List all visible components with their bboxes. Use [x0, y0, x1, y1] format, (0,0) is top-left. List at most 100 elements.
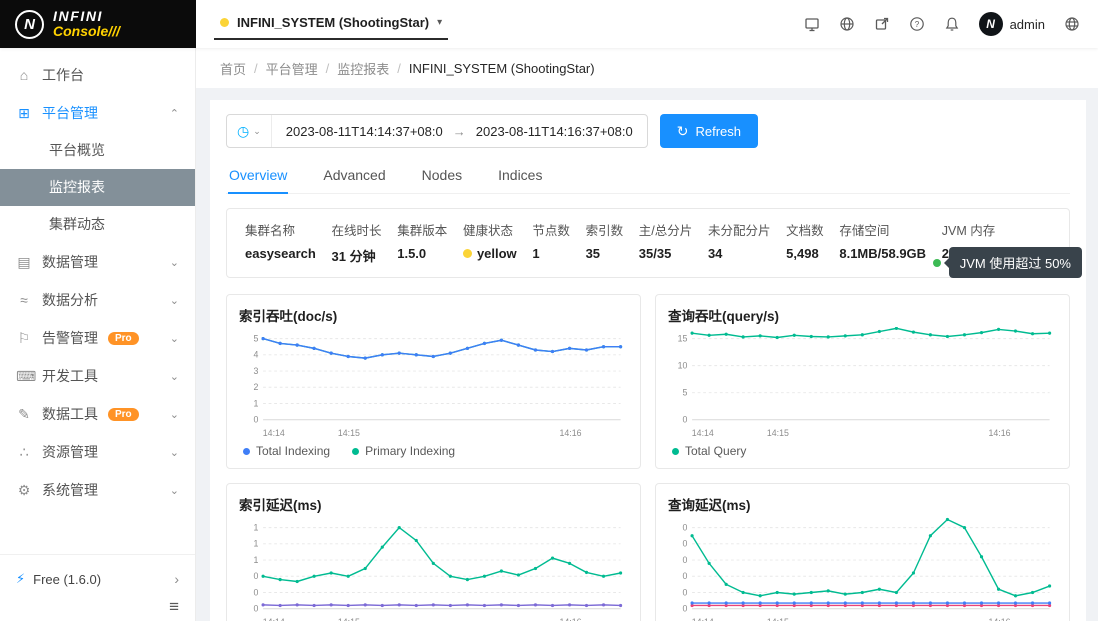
svg-text:14:16: 14:16: [560, 428, 582, 438]
cluster-selector[interactable]: INFINI_SYSTEM (ShootingStar) ▾: [214, 9, 448, 40]
stat-label: 存储空间: [839, 220, 926, 239]
chart-plot[interactable]: 05101514:1414:1514:16: [668, 327, 1057, 441]
sidebar-item[interactable]: ▤数据管理⌄: [0, 243, 195, 281]
sidebar-item[interactable]: ∴资源管理⌄: [0, 433, 195, 471]
chart-title: 查询延迟(ms): [668, 494, 1057, 514]
sidebar-item[interactable]: ✎数据工具Pro⌄: [0, 395, 195, 433]
svg-text:0: 0: [254, 571, 259, 581]
sidebar-item-label: 数据管理: [42, 252, 98, 272]
stat-value: 1.5.0: [397, 246, 447, 261]
svg-text:0: 0: [683, 571, 688, 581]
tab-indices[interactable]: Indices: [497, 160, 543, 193]
legend-item[interactable]: Primary Indexing: [352, 444, 455, 458]
stat-item: 索引数35: [586, 220, 624, 265]
legend-item[interactable]: Total Indexing: [243, 444, 330, 458]
svg-text:0: 0: [683, 414, 688, 424]
data-tools-icon: ✎: [16, 406, 32, 423]
svg-text:0: 0: [254, 414, 259, 424]
sidebar-item[interactable]: ⌨开发工具⌄: [0, 357, 195, 395]
svg-text:14:16: 14:16: [560, 617, 582, 621]
sidebar-subitem[interactable]: 集群动态: [0, 206, 195, 243]
system-management-icon: ⚙: [16, 482, 32, 499]
data-analysis-icon: ≈: [16, 292, 32, 308]
svg-text:14:15: 14:15: [767, 428, 789, 438]
refresh-button[interactable]: ↻ Refresh: [660, 114, 758, 148]
version-label: Free (1.6.0): [33, 572, 101, 587]
sidebar-item-label: 数据工具: [42, 404, 98, 424]
main-area: 首页/平台管理/监控报表/INFINI_SYSTEM (ShootingStar…: [196, 48, 1098, 621]
svg-text:?: ?: [914, 20, 919, 29]
stat-label: 集群版本: [397, 220, 447, 239]
breadcrumb-separator: /: [397, 61, 401, 76]
stat-label: 文档数: [786, 220, 824, 239]
clock-icon: ◷: [237, 123, 249, 140]
breadcrumb-item[interactable]: 首页: [220, 59, 246, 78]
pro-badge: Pro: [108, 332, 139, 345]
legend-item[interactable]: Total Query: [672, 444, 746, 458]
tab-bar: Overview Advanced Nodes Indices: [226, 160, 1070, 194]
user-menu[interactable]: N admin: [979, 12, 1045, 36]
network-icon[interactable]: [839, 16, 855, 32]
sidebar-item[interactable]: ⌂工作台: [0, 56, 195, 94]
jvm-alert-tooltip: JVM 使用超过 50%: [933, 247, 1082, 278]
tooltip-text: JVM 使用超过 50%: [949, 247, 1082, 278]
stat-value: easysearch: [245, 246, 316, 261]
svg-text:14:14: 14:14: [263, 617, 285, 621]
tab-overview[interactable]: Overview: [228, 160, 288, 194]
chart-plot[interactable]: 00011114:1414:1514:16: [239, 516, 628, 621]
svg-text:0: 0: [683, 603, 688, 613]
help-icon[interactable]: ?: [909, 16, 925, 32]
sidebar-subitem[interactable]: 监控报表: [0, 169, 195, 206]
svg-text:5: 5: [683, 387, 688, 397]
stat-item: 文档数5,498: [786, 220, 824, 265]
chart-card: 查询延迟(ms)00000014:1414:1514:16Query Laten…: [655, 483, 1070, 621]
tab-nodes[interactable]: Nodes: [421, 160, 463, 193]
language-icon[interactable]: [1064, 16, 1080, 32]
svg-text:14:15: 14:15: [338, 617, 360, 621]
sidebar-subitem[interactable]: 平台概览: [0, 132, 195, 169]
breadcrumb-item[interactable]: 平台管理: [266, 59, 318, 78]
tab-advanced[interactable]: Advanced: [322, 160, 386, 193]
external-link-icon[interactable]: [874, 16, 890, 32]
sidebar-menu: ⌂工作台⊞平台管理⌃平台概览监控报表集群动态▤数据管理⌄≈数据分析⌄⚐告警管理P…: [0, 48, 195, 554]
chevron-down-icon: ⌄: [170, 446, 179, 459]
sidebar-footer: ⚡ Free (1.6.0) › ≡: [0, 554, 195, 621]
sidebar-item[interactable]: ⊞平台管理⌃: [0, 94, 195, 132]
console-icon[interactable]: [804, 16, 820, 32]
sidebar-item-label: 告警管理: [42, 328, 98, 348]
chart-legend: Total Indexing Primary Indexing: [239, 441, 628, 460]
collapse-sidebar-icon[interactable]: ≡: [169, 598, 179, 615]
infini-logo-icon: N: [15, 10, 44, 39]
svg-text:3: 3: [254, 366, 259, 376]
svg-text:5: 5: [254, 333, 259, 343]
chart-plot[interactable]: 01234514:1414:1514:16: [239, 327, 628, 441]
time-range-picker[interactable]: ◷ ⌄ 2023-08-11T14:14:37+08:0 → 2023-08-1…: [226, 114, 648, 148]
chart-plot[interactable]: 00000014:1414:1514:16: [668, 516, 1057, 621]
user-name: admin: [1010, 17, 1045, 32]
sidebar-item[interactable]: ⚐告警管理Pro⌄: [0, 319, 195, 357]
stat-label: 在线时长: [332, 220, 382, 239]
svg-text:0: 0: [683, 539, 688, 549]
chart-card: 索引延迟(ms)00011114:1414:1514:16Indexing La…: [226, 483, 641, 621]
breadcrumb-item[interactable]: 监控报表: [337, 59, 389, 78]
svg-text:14:15: 14:15: [338, 428, 360, 438]
sidebar-item[interactable]: ⚙系统管理⌄: [0, 471, 195, 509]
notifications-icon[interactable]: [944, 16, 960, 32]
stat-value: 8.1MB/58.9GB: [839, 246, 926, 261]
arrow-right-icon: →: [453, 124, 466, 139]
breadcrumb-separator: /: [326, 61, 330, 76]
svg-text:0: 0: [683, 522, 688, 532]
alert-dot[interactable]: [933, 259, 941, 267]
chart-title: 查询吞吐(query/s): [668, 305, 1057, 325]
version-info[interactable]: ⚡ Free (1.6.0) ›: [0, 564, 195, 594]
app-logo: N INFINI Console///: [0, 0, 196, 48]
breadcrumb-item: INFINI_SYSTEM (ShootingStar): [409, 61, 595, 76]
data-management-icon: ▤: [16, 254, 32, 271]
svg-text:0: 0: [254, 587, 259, 597]
stat-value: 35: [586, 246, 624, 261]
chart-card: 索引吞吐(doc/s)01234514:1414:1514:16Total In…: [226, 294, 641, 469]
stat-item: 集群版本 1.5.0: [397, 220, 447, 265]
sidebar: ⌂工作台⊞平台管理⌃平台概览监控报表集群动态▤数据管理⌄≈数据分析⌄⚐告警管理P…: [0, 48, 196, 621]
svg-text:1: 1: [254, 539, 259, 549]
sidebar-item[interactable]: ≈数据分析⌄: [0, 281, 195, 319]
